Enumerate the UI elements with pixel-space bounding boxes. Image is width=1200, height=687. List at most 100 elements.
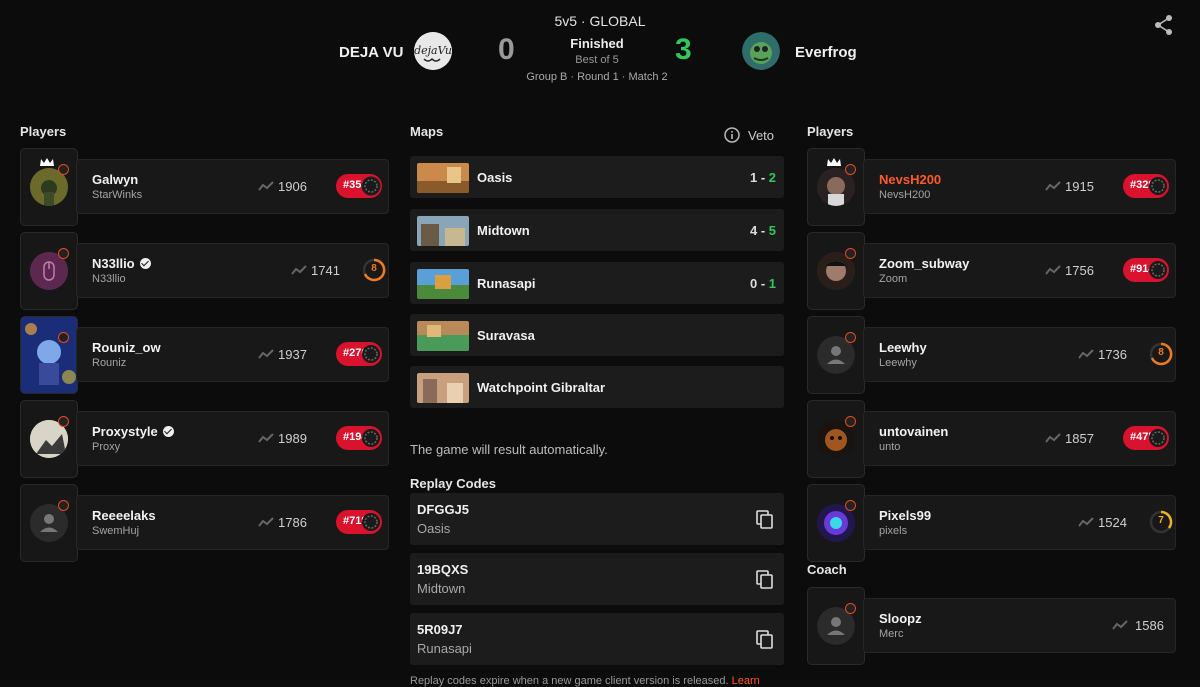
- player-row[interactable]: Leewhy Leewhy 1736 8: [807, 316, 1176, 394]
- player-name[interactable]: untovainen: [879, 424, 948, 439]
- level-label: 7: [1158, 515, 1164, 526]
- replay-code-row[interactable]: DFGGJ5 Oasis: [410, 493, 784, 545]
- map-score-team1: 1: [749, 170, 758, 185]
- map-name: Watchpoint Gibraltar: [477, 380, 606, 395]
- map-row[interactable]: Oasis 1 - 2: [410, 156, 784, 198]
- svg-text:dejaVu: dejaVu: [414, 44, 452, 57]
- player-name[interactable]: Galwyn: [92, 172, 138, 187]
- player-row[interactable]: Rouniz_ow Rouniz 1937 #276: [20, 316, 389, 394]
- rank-badge: #351: [336, 174, 382, 198]
- map-score-team1: 0: [749, 276, 758, 291]
- coach-row[interactable]: Sloopz Merc 1586: [807, 587, 1176, 665]
- trend-icon: [1078, 517, 1094, 527]
- player-name[interactable]: N33llio: [92, 256, 151, 271]
- rank-badge: #719: [336, 510, 382, 534]
- crown-icon: [827, 158, 841, 166]
- replay-code: DFGGJ5: [417, 502, 470, 517]
- trend-icon: [1112, 620, 1128, 630]
- avatar[interactable]: [807, 316, 865, 394]
- player-row[interactable]: NevsH200 NevsH200 1915 #329: [807, 148, 1176, 226]
- replay-code-row[interactable]: 19BQXS Midtown: [410, 553, 784, 605]
- avatar[interactable]: [20, 484, 78, 562]
- info-icon: [724, 127, 740, 143]
- player-row[interactable]: Zoom_subway Zoom 1756 #914: [807, 232, 1176, 310]
- map-row[interactable]: Watchpoint Gibraltar: [410, 366, 784, 408]
- avatar[interactable]: [20, 316, 78, 394]
- level-badge: 8: [362, 258, 386, 282]
- map-row[interactable]: Midtown 4 - 5: [410, 209, 784, 251]
- replay-map: Runasapi: [417, 641, 472, 656]
- player-rating: 1524: [1098, 515, 1127, 530]
- player-rating: 1756: [1065, 263, 1094, 278]
- player-rating: 1857: [1065, 431, 1094, 446]
- avatar[interactable]: [20, 232, 78, 310]
- learn-more-link[interactable]: Learn: [732, 675, 760, 687]
- player-row[interactable]: Reeeelaks SwemHuj 1786 #719: [20, 484, 389, 562]
- rank-badge: #475: [1123, 426, 1169, 450]
- player-row[interactable]: Proxystyle Proxy 1989 #194: [20, 400, 389, 478]
- rank-badge: #914: [1123, 258, 1169, 282]
- replay-expiry-note: Replay codes expire when a new game clie…: [410, 675, 760, 687]
- map-name: Runasapi: [477, 276, 536, 291]
- copy-icon[interactable]: [756, 630, 774, 650]
- map-score: 4 - 5: [749, 223, 776, 238]
- player-account: StarWinks: [92, 189, 143, 201]
- trend-icon: [258, 517, 274, 527]
- player-row[interactable]: untovainen unto 1857 #475: [807, 400, 1176, 478]
- replay-heading: Replay Codes: [410, 476, 496, 491]
- avatar[interactable]: [20, 148, 78, 226]
- player-name[interactable]: NevsH200: [879, 172, 941, 187]
- trend-icon: [1078, 349, 1094, 359]
- copy-icon[interactable]: [756, 510, 774, 530]
- player-rating: 1915: [1065, 179, 1094, 194]
- player-account: SwemHuj: [92, 525, 140, 537]
- map-score-team1: 4: [749, 223, 758, 238]
- player-rating: 1989: [278, 431, 307, 446]
- level-badge: 7: [1149, 510, 1173, 534]
- share-icon[interactable]: [1153, 14, 1175, 36]
- avatar[interactable]: [20, 400, 78, 478]
- team1-name[interactable]: DEJA VU: [339, 44, 403, 61]
- player-account: Zoom: [879, 273, 908, 285]
- player-rating: 1906: [278, 179, 307, 194]
- trend-icon: [1045, 265, 1061, 275]
- map-score: 1 - 2: [749, 170, 776, 185]
- replay-note-text: Replay codes expire when a new game clie…: [410, 675, 729, 687]
- avatar[interactable]: [807, 232, 865, 310]
- map-score-team2: 5: [768, 223, 776, 238]
- rank-icon: [362, 429, 380, 447]
- team2-name[interactable]: Everfrog: [795, 44, 857, 61]
- replay-code-row[interactable]: 5R09J7 Runasapi: [410, 613, 784, 665]
- player-name[interactable]: Proxystyle: [92, 424, 174, 439]
- avatar[interactable]: [807, 587, 865, 665]
- team1-logo[interactable]: dejaVu: [414, 32, 452, 70]
- replay-code: 19BQXS: [417, 562, 469, 577]
- avatar[interactable]: [807, 484, 865, 562]
- player-name[interactable]: Zoom_subway: [879, 256, 969, 271]
- rank-icon: [362, 345, 380, 363]
- trend-icon: [258, 433, 274, 443]
- player-rating: 1741: [311, 263, 340, 278]
- player-account: N33llio: [92, 273, 126, 285]
- map-row[interactable]: Suravasa: [410, 314, 784, 356]
- map-thumbnail: [417, 373, 469, 403]
- map-thumbnail: [417, 163, 469, 193]
- copy-icon[interactable]: [756, 570, 774, 590]
- player-row[interactable]: N33llio N33llio 1741 8: [20, 232, 389, 310]
- map-row[interactable]: Runasapi 0 - 1: [410, 262, 784, 304]
- avatar[interactable]: [807, 148, 865, 226]
- team2-score: 3: [675, 33, 692, 66]
- player-account: Leewhy: [879, 357, 917, 369]
- player-name[interactable]: Reeeelaks: [92, 508, 156, 523]
- avatar[interactable]: [807, 400, 865, 478]
- player-name[interactable]: Sloopz: [879, 611, 922, 626]
- team2-logo[interactable]: [742, 32, 780, 70]
- player-name[interactable]: Pixels99: [879, 508, 931, 523]
- player-row[interactable]: Galwyn StarWinks 1906 #351: [20, 148, 389, 226]
- map-score-team2: 1: [768, 276, 776, 291]
- player-account: Rouniz: [92, 357, 127, 369]
- level-badge: 8: [1149, 342, 1173, 366]
- player-name[interactable]: Leewhy: [879, 340, 927, 355]
- player-name[interactable]: Rouniz_ow: [92, 340, 161, 355]
- player-row[interactable]: Pixels99 pixels 1524 7: [807, 484, 1176, 562]
